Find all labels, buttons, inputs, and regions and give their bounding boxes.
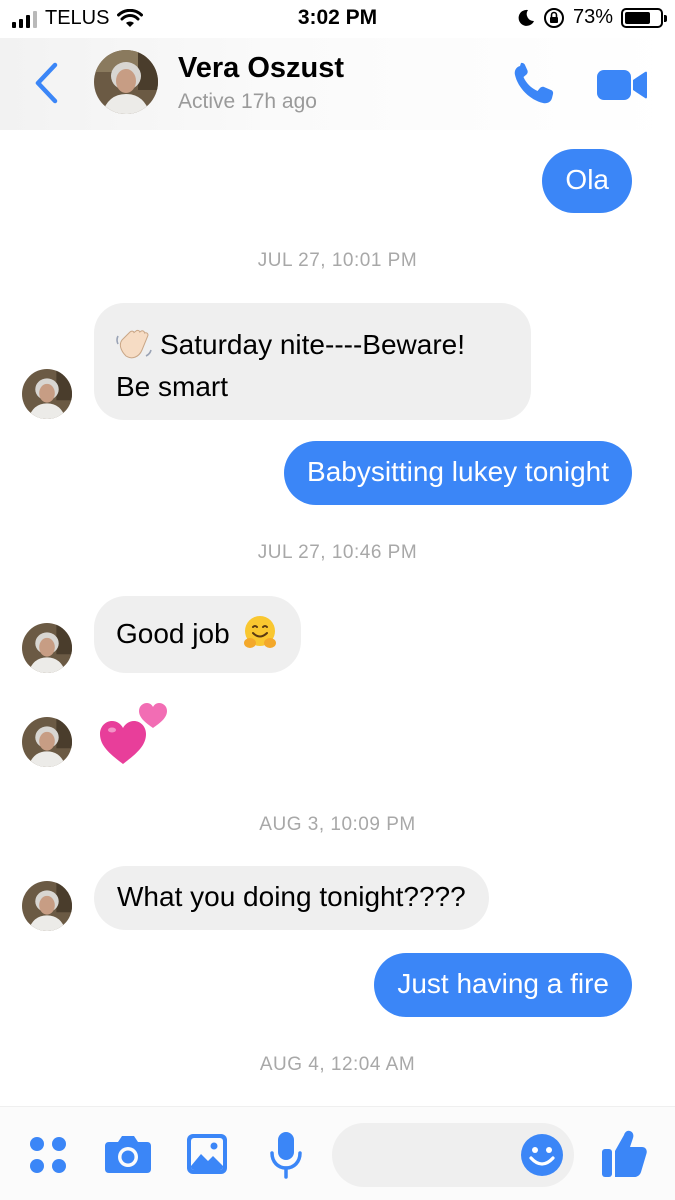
sender-avatar[interactable] xyxy=(22,881,72,931)
battery-fill xyxy=(625,11,650,24)
timestamp: AUG 4, 12:04 AM xyxy=(259,1054,416,1075)
apps-grid-icon xyxy=(30,1137,66,1173)
thumbs-up-icon xyxy=(602,1130,647,1177)
avatar-photo xyxy=(22,881,72,931)
message-text: Babysitting lukey tonight xyxy=(307,456,609,487)
camera-icon xyxy=(105,1136,151,1173)
moon-icon xyxy=(518,9,534,26)
timestamp: JUL 27, 10:01 PM xyxy=(257,250,418,271)
message-text: Just having a fire xyxy=(397,968,609,999)
incoming-message[interactable]: Saturday nite----Beware! Be smart xyxy=(94,303,531,420)
outgoing-message[interactable]: Ola xyxy=(542,149,632,213)
like-button[interactable] xyxy=(600,1127,648,1184)
emoji-icon xyxy=(521,1134,563,1176)
orientation-lock-icon xyxy=(543,7,564,28)
battery-percent: 73% xyxy=(572,6,613,28)
voice-call-button[interactable] xyxy=(510,62,560,108)
avatar-photo xyxy=(22,623,72,673)
message-input[interactable] xyxy=(350,1133,510,1177)
gallery-icon xyxy=(187,1134,227,1174)
sender-avatar[interactable] xyxy=(22,369,72,419)
gallery-button[interactable] xyxy=(186,1133,228,1180)
sender-avatar[interactable] xyxy=(22,717,72,767)
emoji-button[interactable] xyxy=(520,1133,564,1182)
message-text-line: Be smart xyxy=(116,371,229,402)
avatar-photo xyxy=(94,50,158,114)
contact-active-status: Active 17h ago xyxy=(178,90,317,113)
message-field[interactable] xyxy=(332,1123,574,1187)
conversation-header: Vera Oszust Active 17h ago xyxy=(0,38,675,130)
camera-button[interactable] xyxy=(104,1134,152,1179)
microphone-icon xyxy=(270,1132,302,1179)
message-text: Good job xyxy=(116,618,230,649)
two-hearts-emoji xyxy=(100,703,167,764)
back-button[interactable] xyxy=(28,58,64,108)
battery-icon xyxy=(621,7,667,28)
avatar-photo xyxy=(22,369,72,419)
timestamp: AUG 3, 10:09 PM xyxy=(259,814,416,835)
status-bar: TELUS 3:02 PM 73% xyxy=(0,0,675,38)
back-chevron-icon xyxy=(35,62,58,104)
outgoing-message[interactable]: Just having a fire xyxy=(374,953,632,1017)
avatar-photo xyxy=(22,717,72,767)
incoming-emoji-message[interactable] xyxy=(98,696,170,768)
apps-button[interactable] xyxy=(28,1135,68,1180)
message-composer xyxy=(0,1106,675,1200)
contact-avatar[interactable] xyxy=(94,50,158,114)
status-bar-right: 73% xyxy=(517,6,667,29)
message-text: Ola xyxy=(565,164,609,195)
video-camera-icon xyxy=(597,70,647,100)
video-call-button[interactable] xyxy=(595,66,649,104)
sender-avatar[interactable] xyxy=(22,623,72,673)
outgoing-message[interactable]: Babysitting lukey tonight xyxy=(284,441,632,505)
incoming-message[interactable]: Good job xyxy=(94,596,302,673)
timestamp: JUL 27, 10:46 PM xyxy=(257,542,418,563)
incoming-message[interactable]: What you doing tonight???? xyxy=(94,866,489,930)
phone-icon xyxy=(514,62,554,104)
message-text: What you doing tonight???? xyxy=(117,881,466,912)
contact-name[interactable]: Vera Oszust xyxy=(178,52,344,85)
waving-hand-emoji xyxy=(116,329,152,358)
voice-message-button[interactable] xyxy=(268,1131,304,1184)
message-text-line: Saturday nite----Beware! xyxy=(160,329,466,360)
hugging-face-emoji xyxy=(244,615,277,648)
